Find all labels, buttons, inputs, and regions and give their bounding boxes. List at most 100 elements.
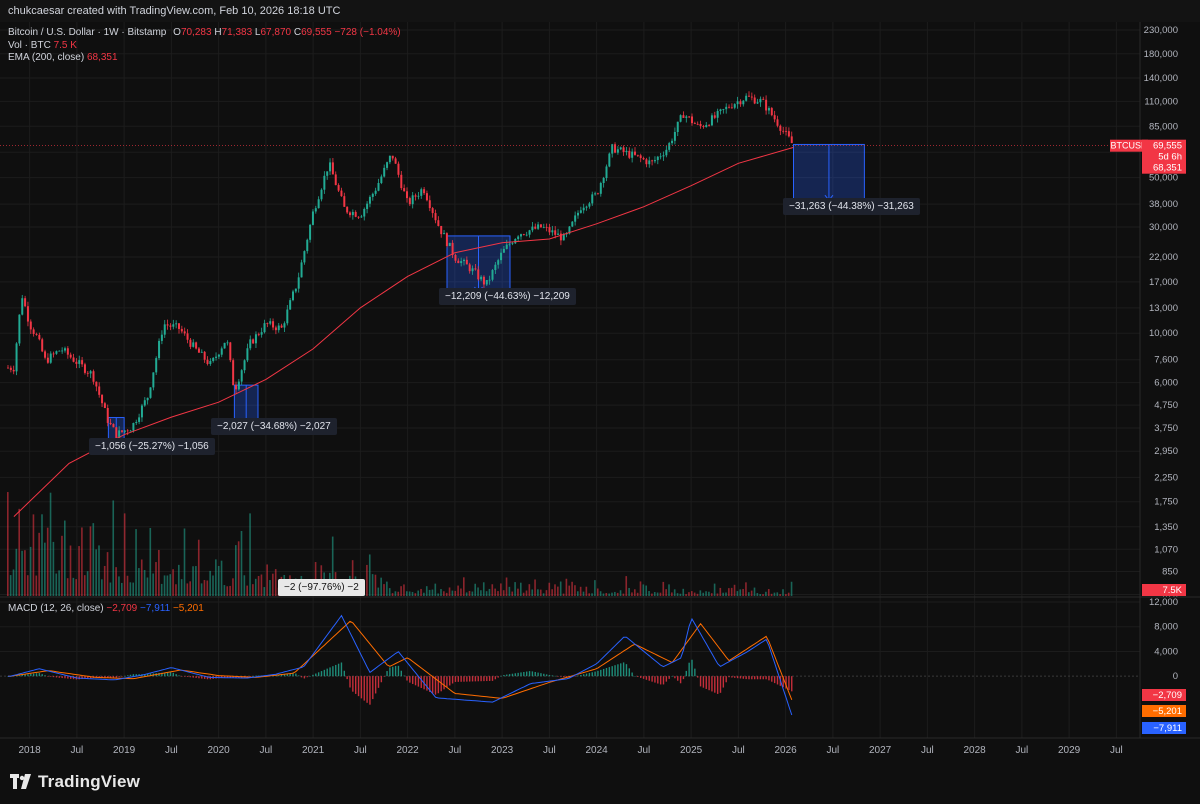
macd-hist-bar (497, 676, 499, 678)
macd-hist-bar (414, 676, 417, 686)
macd-hist-bar (597, 670, 599, 677)
volume-bar (502, 590, 505, 596)
volume-bar (742, 588, 744, 596)
candle-body (103, 403, 106, 408)
candle-body (748, 95, 750, 97)
macd-hist-bar (611, 666, 613, 677)
volume-bar (682, 588, 685, 596)
macd-hist-bar (118, 676, 120, 678)
macd-hist-bar (602, 668, 605, 677)
macd-hist-bar (406, 676, 408, 681)
macd-hist-bar (431, 676, 434, 694)
macd-hist-bar (708, 676, 710, 691)
volume-bar (206, 580, 209, 596)
candle-body (582, 207, 585, 211)
price-tick-label: 22,000 (1149, 252, 1178, 263)
macd-hist-bar (748, 676, 750, 680)
candle-body (497, 260, 500, 265)
macd-hist-bar (27, 674, 29, 677)
measure-label-2: −2,027 (−34.68%) −2,027 (211, 418, 337, 435)
macd-hist-bar (528, 671, 531, 677)
volume-bar (616, 592, 619, 596)
volume-bar (83, 575, 86, 596)
macd-hist-bar (189, 676, 192, 678)
volume-bar (49, 492, 52, 596)
candle-body (770, 108, 773, 116)
macd-hist-bar (30, 673, 32, 677)
price-tick-label: 2,950 (1154, 446, 1178, 457)
macd-hist-bar (682, 676, 685, 680)
vol-label: Vol · BTC (8, 40, 51, 51)
macd-hist-bar (61, 676, 63, 679)
macd-line-tag: −7,911 (1142, 722, 1186, 734)
time-tick-label: 2027 (869, 745, 892, 756)
macd-hist-bar (300, 676, 303, 678)
candle-body (44, 351, 47, 358)
macd-hist-bar (332, 666, 334, 677)
macd-hist-bar (731, 676, 733, 678)
candle-body (169, 325, 172, 327)
macd-line-value: −7,911 (140, 603, 171, 614)
macd-hist-bar (355, 676, 357, 694)
volume-bar (397, 591, 400, 596)
candle-body (24, 298, 27, 307)
volume-bar (577, 591, 579, 596)
candle-body (98, 386, 101, 395)
macd-hist-bar (685, 670, 687, 677)
macd-hist-bar (397, 665, 400, 677)
candle-body (551, 230, 554, 233)
candle-body (366, 203, 369, 209)
vol-value: 7.5 K (53, 40, 77, 51)
volume-bar (668, 584, 670, 596)
volume-bar (403, 584, 405, 596)
volume-bar (166, 575, 169, 596)
volume-bar (522, 592, 525, 596)
volume-bar (192, 566, 194, 596)
price-tick-label: 2,250 (1154, 472, 1178, 483)
candle-body (166, 324, 169, 326)
candle-body (337, 185, 340, 191)
volume-bar (748, 592, 750, 596)
candle-body (688, 116, 691, 118)
macd-hist-bar (446, 676, 448, 688)
volume-bar (548, 582, 551, 596)
volume-bar (708, 591, 710, 596)
volume-bar (685, 594, 687, 596)
macd-hist-tag-text: −2,709 (1153, 690, 1182, 701)
volume-bar (671, 592, 673, 596)
candle-body (217, 354, 220, 357)
macd-hist-bar (754, 676, 756, 680)
volume-bar (679, 593, 682, 596)
macd-hist-bar (41, 674, 43, 677)
candle-body (577, 212, 579, 216)
macd-hist-bar (491, 676, 494, 681)
volume-bar (368, 554, 371, 596)
macd-hist-bar (44, 675, 46, 677)
volume-bar (693, 592, 696, 596)
candle-body (383, 167, 386, 177)
candle-body (448, 242, 451, 246)
macd-hist-bar (127, 675, 129, 677)
time-tick-label: 2021 (302, 745, 325, 756)
macd-hist-bar (323, 669, 326, 677)
candle-body (665, 149, 668, 156)
volume-bar (138, 568, 140, 596)
candle-body (64, 348, 66, 351)
price-chart[interactable]: 230,000180,000140,000110,00085,00065,000… (0, 0, 1200, 760)
macd-hist-bar (471, 676, 474, 682)
volume-bar (673, 589, 676, 596)
candle-body (420, 189, 423, 196)
macd-hist-bar (768, 676, 770, 681)
macd-hist-bar (622, 662, 625, 677)
candle-body (542, 226, 545, 228)
volume-bar (400, 586, 402, 596)
volume-bar (511, 591, 514, 596)
macd-hist-bar (488, 676, 491, 681)
macd-hist-bar (605, 668, 608, 677)
countdown-tag: 5d 6h (1142, 150, 1186, 163)
macd-hist-bar (551, 675, 554, 677)
candle-body (115, 427, 118, 439)
candle-body (594, 193, 597, 195)
candle-body (160, 334, 163, 341)
volume-bar (520, 582, 522, 596)
